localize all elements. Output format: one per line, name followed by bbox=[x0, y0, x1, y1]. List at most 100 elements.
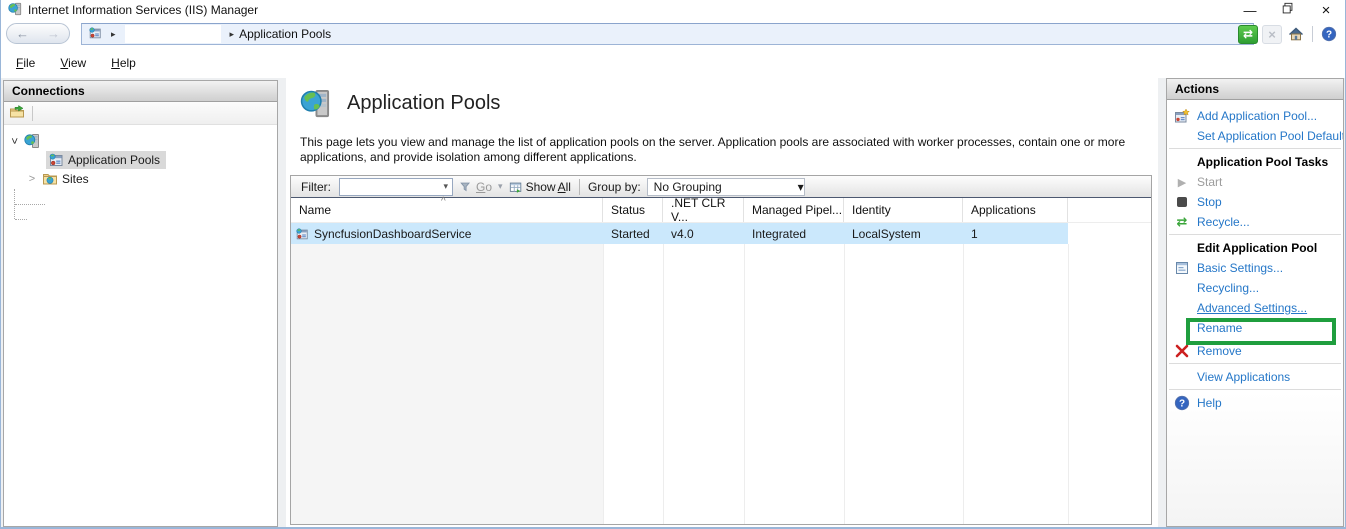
apppool-breadcrumb-icon bbox=[88, 26, 102, 43]
forward-button[interactable]: → bbox=[47, 27, 60, 40]
action-label: Add Application Pool... bbox=[1197, 109, 1318, 123]
help-icon bbox=[1167, 395, 1197, 411]
filter-toolbar: Filter: ▾ Go ▾ Show All Group by: No Gro… bbox=[291, 176, 1151, 198]
action-start[interactable]: ▶ Start bbox=[1167, 172, 1343, 192]
minimize-button[interactable]: — bbox=[1231, 0, 1269, 20]
folder-arrow-icon bbox=[10, 104, 24, 117]
table-row[interactable]: SyncfusionDashboardService Started v4.0 … bbox=[291, 223, 1068, 244]
basic-settings-icon bbox=[1167, 260, 1197, 276]
toolbar-separator bbox=[1312, 26, 1313, 42]
cell-status: Started bbox=[611, 226, 650, 241]
column-header-pipeline[interactable]: Managed Pipel... bbox=[744, 198, 844, 222]
table-header-row: ^ Name Status .NET CLR V... Managed Pipe… bbox=[291, 196, 1151, 224]
workspace: Connections > Application Pools > Sites … bbox=[1, 78, 1345, 527]
chevron-down-icon[interactable]: ▾ bbox=[498, 181, 503, 192]
menu-bar: File View Help bbox=[1, 48, 1345, 78]
actions-separator bbox=[1169, 234, 1341, 235]
minimize-icon: — bbox=[1243, 2, 1257, 18]
column-header-applications[interactable]: Applications bbox=[963, 198, 1068, 222]
connections-panel: Connections > Application Pools > Sites bbox=[3, 80, 278, 527]
action-add-application-pool[interactable]: Add Application Pool... bbox=[1167, 106, 1343, 126]
navigation-bar: ← → ▸ ▸ Application Pools ⇄ × bbox=[1, 20, 1345, 48]
chevron-down-icon[interactable]: > bbox=[8, 135, 20, 147]
tree-node-sites[interactable]: > Sites bbox=[4, 169, 277, 188]
iis-manager-window: Internet Information Services (IIS) Mana… bbox=[0, 0, 1346, 529]
show-all-button[interactable]: Show All bbox=[509, 180, 571, 194]
action-label: Help bbox=[1197, 396, 1222, 410]
column-header-identity[interactable]: Identity bbox=[844, 198, 963, 222]
go-button[interactable]: Go ▾ bbox=[459, 180, 503, 194]
actions-group-title-tasks: Application Pool Tasks bbox=[1197, 155, 1329, 169]
action-view-applications[interactable]: View Applications bbox=[1167, 367, 1343, 387]
menu-help[interactable]: Help bbox=[101, 52, 146, 74]
tree-node-application-pools[interactable]: Application Pools bbox=[4, 150, 277, 169]
action-label: Advanced Settings... bbox=[1197, 301, 1308, 315]
tree-label-application-pools[interactable]: Application Pools bbox=[68, 153, 160, 167]
tree-label-sites[interactable]: Sites bbox=[62, 172, 89, 186]
action-set-application-pool-defaults[interactable]: Set Application Pool Default bbox=[1167, 126, 1343, 146]
cell-name: SyncfusionDashboardService bbox=[314, 226, 472, 241]
action-basic-settings[interactable]: Basic Settings... bbox=[1167, 258, 1343, 278]
column-separator bbox=[1068, 244, 1069, 524]
breadcrumb-bar[interactable]: ▸ ▸ Application Pools bbox=[81, 23, 1254, 45]
actions-panel: Actions Add Application Pool... Set Appl… bbox=[1166, 78, 1344, 527]
breadcrumb-arrow-icon[interactable]: ▸ bbox=[230, 29, 235, 40]
tree-selection: Application Pools bbox=[46, 150, 167, 169]
save-connection-button[interactable] bbox=[9, 104, 25, 123]
home-button[interactable] bbox=[1286, 25, 1306, 44]
tree-item: Sites bbox=[40, 170, 95, 188]
menu-file[interactable]: File bbox=[6, 52, 45, 74]
menu-view[interactable]: View bbox=[50, 52, 96, 74]
column-separator bbox=[844, 244, 845, 524]
group-by-value: No Grouping bbox=[653, 179, 722, 194]
filter-input[interactable]: ▾ bbox=[339, 177, 453, 196]
chevron-down-icon[interactable]: ▾ bbox=[443, 181, 448, 192]
sorted-column-tint bbox=[291, 244, 603, 524]
actions-separator bbox=[1169, 363, 1341, 364]
column-header-clr-version[interactable]: .NET CLR V... bbox=[663, 196, 744, 224]
application-pools-list: Filter: ▾ Go ▾ Show All Group by: No Gro… bbox=[290, 175, 1152, 525]
stop-icon: × bbox=[1268, 26, 1276, 42]
breadcrumb-arrow-icon[interactable]: ▸ bbox=[111, 29, 116, 40]
column-separator bbox=[744, 244, 745, 524]
column-header-status[interactable]: Status bbox=[603, 198, 663, 222]
titlebar: Internet Information Services (IIS) Mana… bbox=[1, 0, 1345, 20]
stop-navigation-button[interactable]: × bbox=[1262, 24, 1282, 44]
column-separator bbox=[663, 244, 664, 524]
chevron-down-icon[interactable]: ▾ bbox=[798, 180, 804, 194]
remove-x-icon bbox=[1167, 343, 1197, 359]
action-label: View Applications bbox=[1197, 370, 1291, 384]
close-button[interactable]: × bbox=[1307, 0, 1345, 20]
column-header-name[interactable]: Name bbox=[291, 198, 603, 222]
application-pools-icon bbox=[49, 153, 63, 166]
action-advanced-settings[interactable]: Advanced Settings... bbox=[1167, 298, 1343, 318]
refresh-button[interactable]: ⇄ bbox=[1238, 24, 1258, 44]
action-help[interactable]: Help bbox=[1167, 393, 1343, 413]
action-recycle[interactable]: ⇄ Recycle... bbox=[1167, 212, 1343, 232]
add-application-pool-icon bbox=[1167, 108, 1197, 124]
group-by-dropdown[interactable]: No Grouping ▾ bbox=[646, 177, 805, 196]
table-body-empty bbox=[291, 244, 1151, 524]
cell-identity: LocalSystem bbox=[852, 226, 921, 241]
recycle-icon: ⇄ bbox=[1176, 214, 1188, 229]
chevron-right-icon[interactable]: > bbox=[26, 173, 38, 185]
help-button[interactable] bbox=[1319, 25, 1339, 44]
action-recycling[interactable]: Recycling... bbox=[1167, 278, 1343, 298]
breadcrumb-current[interactable]: Application Pools bbox=[239, 27, 331, 41]
tree-node-server[interactable]: > bbox=[4, 131, 277, 150]
back-button[interactable]: ← bbox=[16, 27, 29, 40]
toolbar-separator bbox=[578, 178, 580, 195]
action-label: Set Application Pool Default bbox=[1197, 129, 1343, 143]
application-pools-page-icon bbox=[300, 89, 330, 118]
show-all-label-1: Show bbox=[525, 179, 556, 194]
toolbar-separator bbox=[32, 105, 33, 121]
show-all-label-2: All bbox=[557, 179, 571, 194]
action-stop[interactable]: Stop bbox=[1167, 192, 1343, 212]
advanced-settings-highlight-annotation bbox=[1186, 318, 1336, 345]
main-panel: Application Pools This page lets you vie… bbox=[286, 78, 1158, 527]
action-label: Start bbox=[1197, 175, 1223, 189]
restore-button[interactable] bbox=[1269, 0, 1307, 20]
home-icon bbox=[1288, 27, 1304, 41]
filter-label: Filter: bbox=[301, 179, 331, 194]
apppool-row-icon bbox=[296, 227, 308, 239]
